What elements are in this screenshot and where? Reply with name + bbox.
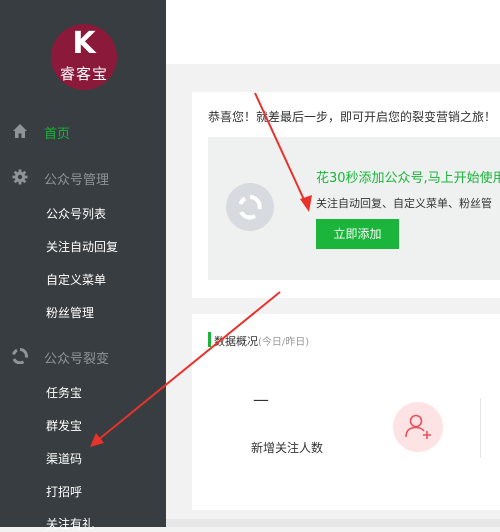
- annotation-arrowhead-2: [90, 433, 104, 447]
- annotation-arrows: [90, 92, 312, 447]
- annotation-arrow-2: [97, 291, 281, 441]
- annotation-arrowhead-1: [300, 195, 312, 212]
- annotation-arrow-1: [254, 92, 307, 205]
